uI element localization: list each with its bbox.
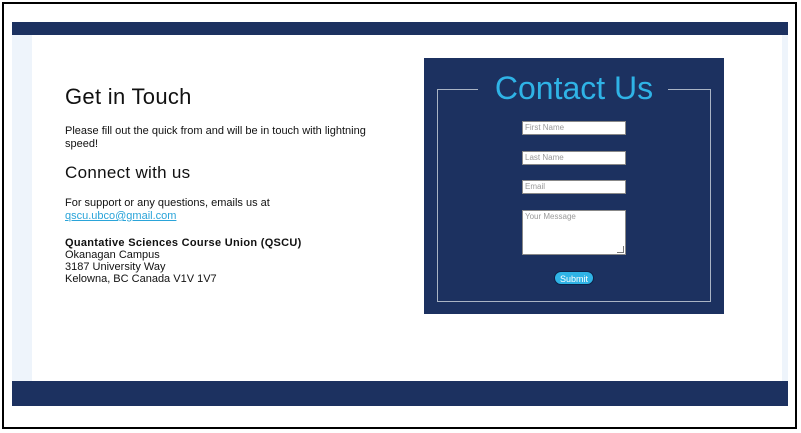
- email-link[interactable]: qscu.ubco@gmail.com: [65, 210, 176, 223]
- get-in-touch-heading: Get in Touch: [65, 84, 192, 109]
- right-margin-strip: [782, 35, 788, 381]
- submit-button[interactable]: Submit: [554, 271, 594, 285]
- last-name-input[interactable]: Last Name: [522, 151, 626, 165]
- header-bar: [12, 22, 788, 35]
- contact-form-panel: Contact Us First Name Last Name Email Yo…: [424, 58, 724, 314]
- left-margin-strip: [12, 35, 32, 381]
- address-line: Okanagan Campus: [65, 249, 160, 261]
- org-name: Quantative Sciences Course Union (QSCU): [65, 237, 302, 249]
- contact-us-title: Contact Us: [494, 70, 654, 106]
- message-placeholder: Your Message: [525, 212, 576, 221]
- intro-text: Please fill out the quick from and will …: [65, 125, 366, 150]
- address-line: 3187 University Way: [65, 261, 166, 273]
- support-text: For support or any questions, emails us …: [65, 197, 270, 209]
- connect-heading: Connect with us: [65, 163, 191, 182]
- resize-handle-icon[interactable]: [617, 246, 624, 253]
- footer-bar: [12, 381, 788, 406]
- address-line: Kelowna, BC Canada V1V 1V7: [65, 273, 217, 285]
- address-block: Quantative Sciences Course Union (QSCU) …: [65, 237, 302, 285]
- message-textarea[interactable]: Your Message: [522, 210, 626, 255]
- first-name-input[interactable]: First Name: [522, 121, 626, 135]
- email-input[interactable]: Email: [522, 180, 626, 194]
